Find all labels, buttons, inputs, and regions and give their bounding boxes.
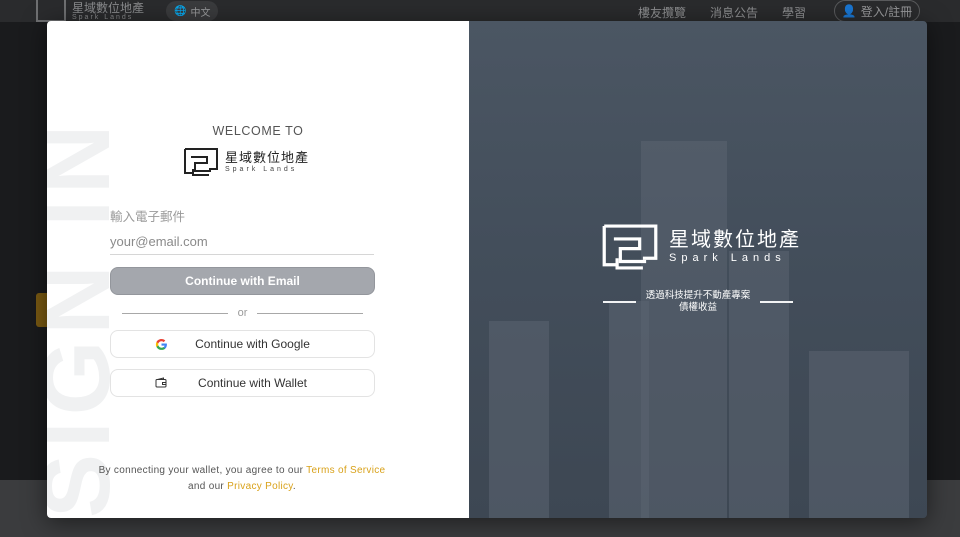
logo-mark-icon	[184, 148, 218, 176]
continue-with-google-label: Continue with Google	[195, 337, 310, 351]
language-switch[interactable]: 🌐 中文	[166, 1, 219, 21]
brand-logo: 星域數位地產 Spark Lands	[183, 147, 309, 177]
terms-notice: By connecting your wallet, you agree to …	[97, 463, 387, 495]
background-nav-links: 樓友攬覽 消息公告 學習	[638, 4, 806, 21]
google-icon	[154, 337, 168, 351]
city-building-image	[641, 141, 727, 518]
tagline-line1: 透過科技提升不動產專案	[645, 290, 751, 301]
logo-mark-icon	[602, 224, 658, 270]
wallet-icon	[154, 376, 168, 390]
brand-panel-logo: 星域數位地產 Spark Lands	[601, 221, 801, 273]
user-icon: 👤	[841, 4, 857, 18]
terms-of-service-link[interactable]: Terms of Service	[306, 465, 385, 476]
nav-item-learn[interactable]: 學習	[782, 4, 806, 21]
brand-name-cn: 星域數位地產	[225, 150, 310, 165]
globe-icon: 🌐	[174, 5, 187, 17]
continue-with-email-button[interactable]: Continue with Email	[110, 267, 375, 295]
continue-with-google-button[interactable]: Continue with Google	[110, 330, 375, 358]
brand-panel-name-cn: 星域數位地產	[669, 229, 801, 251]
brand-tagline: 透過科技提升不動產專案 債權收益	[603, 290, 793, 314]
tagline-line-right	[760, 301, 793, 303]
divider-line	[122, 312, 228, 314]
terms-suffix: .	[292, 481, 296, 492]
nav-item-explore[interactable]: 樓友攬覽	[638, 4, 686, 21]
brand-name-en: Spark Lands	[225, 166, 298, 173]
background-logo-text: 星域數位地產	[72, 0, 145, 15]
terms-mid: and our	[188, 481, 228, 492]
brand-panel-name-en: Spark Lands	[669, 252, 786, 264]
sign-in-panel: SIGN IN WELCOME TO 星域數位地產 Spark Lands 輸入…	[47, 21, 469, 518]
or-divider: or	[122, 306, 363, 320]
city-building-image	[489, 321, 549, 518]
logo-mark-icon	[36, 0, 66, 22]
brand-panel: 星域數位地產 Spark Lands 透過科技提升不動產專案 債權收益	[469, 21, 927, 518]
nav-item-news[interactable]: 消息公告	[710, 4, 758, 21]
language-label: 中文	[190, 7, 211, 19]
tagline-line2: 債權收益	[678, 302, 717, 313]
divider-line	[257, 312, 363, 314]
continue-with-wallet-label: Continue with Wallet	[198, 376, 307, 390]
terms-prefix: By connecting your wallet, you agree to …	[98, 465, 307, 476]
continue-with-wallet-button[interactable]: Continue with Wallet	[110, 369, 375, 397]
city-building-image	[809, 351, 909, 518]
login-register-label: 登入/註冊	[860, 4, 913, 19]
background-logo-sub: Spark Lands	[72, 13, 134, 21]
sign-in-modal: SIGN IN WELCOME TO 星域數位地產 Spark Lands 輸入…	[47, 21, 927, 518]
welcome-heading: WELCOME TO	[212, 124, 304, 138]
or-label: or	[237, 307, 248, 319]
login-register-button[interactable]: 👤 登入/註冊	[834, 0, 920, 22]
background-logo[interactable]: 星域數位地產 Spark Lands	[36, 0, 144, 22]
email-label: 輸入電子郵件	[110, 210, 186, 224]
email-input[interactable]	[110, 229, 374, 255]
tagline-line-left	[603, 301, 636, 303]
city-building-image	[609, 301, 649, 518]
privacy-policy-link[interactable]: Privacy Policy	[227, 481, 293, 492]
